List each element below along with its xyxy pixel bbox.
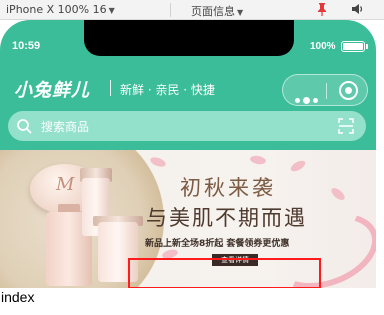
volume-icon[interactable]: [350, 2, 364, 16]
more-icon[interactable]: [295, 88, 321, 107]
page-path-label: index: [1, 289, 35, 305]
promo-banner[interactable]: M 初秋来袭 与美肌不期而遇 新品上新全场8折起 套餐领券更优惠 查看详情: [0, 150, 376, 288]
banner-title-line2: 与美肌不期而遇: [146, 206, 307, 230]
banner-title-line1: 初秋来袭: [180, 176, 276, 200]
app-slogan: 新鲜 · 亲民 · 快捷: [120, 83, 215, 97]
petal-decoration: [289, 158, 307, 174]
page-info-dropdown[interactable]: 页面信息 ▼: [191, 3, 243, 19]
petal-decoration: [249, 154, 267, 166]
device-selector[interactable]: iPhone X 100% 16 ▼: [6, 3, 115, 16]
banner-subtitle: 新品上新全场8折起 套餐领券更优惠: [145, 239, 290, 249]
brand-mark-image: M: [56, 174, 75, 195]
search-bar[interactable]: 搜索商品: [8, 111, 366, 141]
battery-icon: [341, 41, 365, 52]
devtools-toolbar: iPhone X 100% 16 ▼ 页面信息 ▼: [0, 0, 384, 20]
search-icon: [16, 118, 32, 134]
chevron-down-icon: ▼: [237, 8, 244, 17]
device-notch: [84, 20, 294, 56]
battery-percent: 100%: [310, 41, 336, 52]
phone-simulator: 10:59 100% 小兔鲜儿 新鲜 · 亲民 · 快捷 搜索商品 M 初秋来袭…: [0, 20, 376, 315]
device-label: iPhone X 100% 16: [6, 3, 107, 16]
petal-decoration: [149, 155, 167, 169]
pin-icon[interactable]: [316, 2, 328, 19]
screenshot-root: iPhone X 100% 16 ▼ 页面信息 ▼ 10:59 100% 小兔鲜儿 …: [0, 0, 384, 315]
capsule-divider: [326, 83, 327, 99]
scan-icon[interactable]: [338, 118, 354, 134]
battery-tip: [366, 44, 368, 49]
simulator-edge: [376, 20, 384, 315]
page-info-label: 页面信息: [191, 5, 235, 18]
status-time: 10:59: [12, 40, 41, 52]
close-miniprogram-icon[interactable]: [339, 81, 358, 100]
logo-divider: [110, 80, 111, 96]
miniprogram-capsule: [282, 74, 368, 106]
app-header: 10:59 100% 小兔鲜儿 新鲜 · 亲民 · 快捷 搜索商品: [0, 20, 376, 150]
toolbar-divider: [170, 3, 171, 17]
app-logo: 小兔鲜儿: [14, 80, 90, 101]
petal-decoration: [329, 185, 347, 203]
chevron-down-icon: ▼: [108, 6, 115, 15]
highlight-annotation-box: [128, 258, 321, 288]
search-input[interactable]: 搜索商品: [41, 118, 89, 135]
